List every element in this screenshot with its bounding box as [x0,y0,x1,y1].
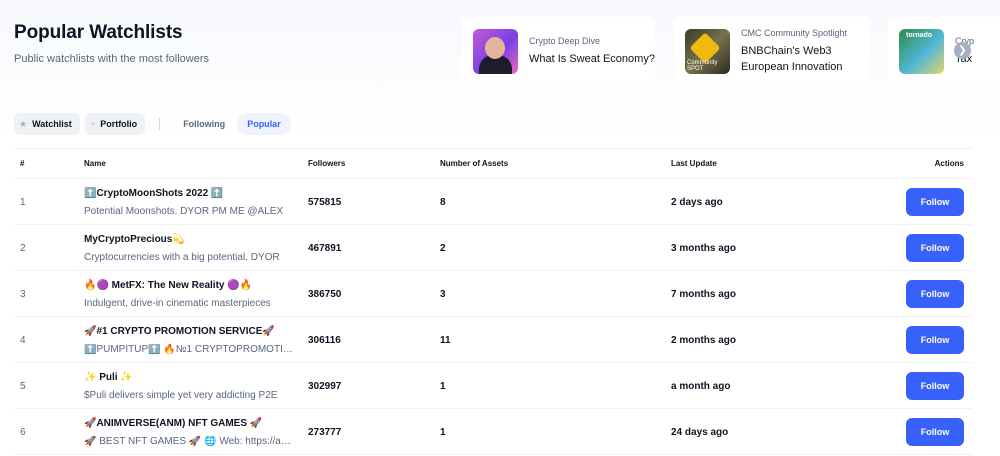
followers-count: 302997 [308,381,342,392]
last-update: 3 months ago [671,243,737,254]
row-rank: 6 [20,427,26,438]
news-card-headline: BNBChain's Web3 European Innovation [741,44,843,73]
follow-button[interactable]: Follow [906,418,964,446]
watchlist-name[interactable]: ⬆️CryptoMoonShots 2022 ⬆️ [84,188,223,199]
assets-count: 3 [440,289,446,300]
watchlist-table: # Name Followers Number of Assets Last U… [14,148,972,455]
star-icon: ★ [19,118,28,129]
watchlist-description: 🚀 BEST NFT GAMES 🚀 🌐 Web: https://animve… [84,436,296,447]
header-followers: Followers [308,159,346,168]
watchlist-name[interactable]: 🚀ANIMVERSE(ANM) NFT GAMES 🚀 [84,418,262,429]
watchlist-description: Cryptocurrencies with a big potential. D… [84,252,280,263]
carousel-next-button[interactable]: ❯ [954,42,971,59]
watchlist-description: ⬆️PUMPITUP⬆️ 🔥№1 CRYPTOPROMOTION [84,344,296,355]
header-actions: Actions [934,159,964,168]
followers-count: 273777 [308,427,342,438]
news-card-thumbnail: Community SPOT [685,28,730,74]
follow-button[interactable]: Follow [906,280,964,308]
last-update: a month ago [671,381,731,392]
watchlist-description: Indulgent, drive-in cinematic masterpiec… [84,298,271,309]
row-rank: 2 [20,243,26,254]
news-card-thumbnail: tornado [899,28,944,74]
page-subtitle: Public watchlists with the most follower… [14,53,210,65]
table-row[interactable]: 2 MyCryptoPrecious💫 Cryptocurrencies wit… [14,225,972,271]
row-rank: 3 [20,289,26,300]
tab-watchlist[interactable]: ★ Watchlist [14,113,80,135]
row-rank: 4 [20,335,26,346]
header-last-update: Last Update [671,159,717,168]
followers-count: 306116 [308,335,341,346]
news-card-category: CMC Community Spotlight [741,27,848,38]
page-header: Popular Watchlists Public watchlists wit… [14,22,209,65]
thumbnail-caption: Community SPOT [687,59,718,72]
chevron-right-icon: ❯ [958,45,967,56]
watchlist-tabs: ★ Watchlist ◔ Portfolio Following Popula… [14,113,293,135]
news-card[interactable]: Community SPOT CMC Community Spotlight B… [674,17,870,85]
watchlist-name[interactable]: MyCryptoPrecious💫 [84,234,185,245]
news-card[interactable]: Crypto Deep Dive What Is Sweat Economy? [462,17,655,85]
page-title: Popular Watchlists [14,22,183,43]
header-assets: Number of Assets [440,159,509,168]
followers-count: 575815 [308,197,342,208]
last-update: 7 months ago [671,289,737,300]
header-name: Name [84,159,106,168]
follow-button[interactable]: Follow [906,326,964,354]
watchlist-description: $Puli delivers simple yet very addicting… [84,390,278,401]
table-row[interactable]: 6 🚀ANIMVERSE(ANM) NFT GAMES 🚀 🚀 BEST NFT… [14,409,972,455]
watchlist-name[interactable]: 🚀#1 CRYPTO PROMOTION SERVICE🚀 [84,326,275,337]
tab-portfolio-label: Portfolio [100,119,138,129]
watchlist-name[interactable]: 🔥🟣 MetFX: The New Reality 🟣🔥 [84,280,252,291]
news-card-category: Crypto Deep Dive [529,35,601,46]
tab-portfolio[interactable]: ◔ Portfolio [84,113,146,135]
table-row[interactable]: 5 ✨ Puli ✨ $Puli delivers simple yet ver… [14,363,972,409]
follow-button[interactable]: Follow [906,188,964,216]
news-card-thumbnail [473,28,518,74]
last-update: 2 months ago [671,335,737,346]
followers-count: 467891 [308,243,342,254]
row-rank: 5 [20,381,26,392]
table-header: # Name Followers Number of Assets Last U… [14,148,972,179]
table-row[interactable]: 1 ⬆️CryptoMoonShots 2022 ⬆️ Potential Mo… [14,179,972,225]
assets-count: 11 [440,335,451,346]
assets-count: 1 [440,427,446,438]
thumbnail-caption: tornado [906,31,933,39]
tab-popular[interactable]: Popular [237,113,291,135]
follow-button[interactable]: Follow [906,234,964,262]
followers-count: 386750 [308,289,342,300]
pie-chart-icon: ◔ [89,119,96,129]
news-card-headline: What Is Sweat Economy? [529,52,655,65]
news-card[interactable]: tornado Cryp Tax [888,17,1000,85]
assets-count: 8 [440,197,446,208]
watchlist-name[interactable]: ✨ Puli ✨ [84,372,133,383]
last-update: 2 days ago [671,197,723,208]
last-update: 24 days ago [671,427,729,438]
tab-divider [159,118,161,130]
header-rank: # [20,159,25,168]
assets-count: 2 [440,243,446,254]
tab-watchlist-label: Watchlist [32,119,72,129]
table-row[interactable]: 4 🚀#1 CRYPTO PROMOTION SERVICE🚀 ⬆️PUMPIT… [14,317,972,363]
row-rank: 1 [20,197,26,208]
table-row[interactable]: 3 🔥🟣 MetFX: The New Reality 🟣🔥 Indulgent… [14,271,972,317]
follow-button[interactable]: Follow [906,372,964,400]
watchlist-description: Potential Moonshots. DYOR PM ME @ALEX [84,206,284,217]
news-carousel: Crypto Deep Dive What Is Sweat Economy? … [462,17,1000,87]
tab-following[interactable]: Following [173,113,235,135]
assets-count: 1 [440,381,446,392]
